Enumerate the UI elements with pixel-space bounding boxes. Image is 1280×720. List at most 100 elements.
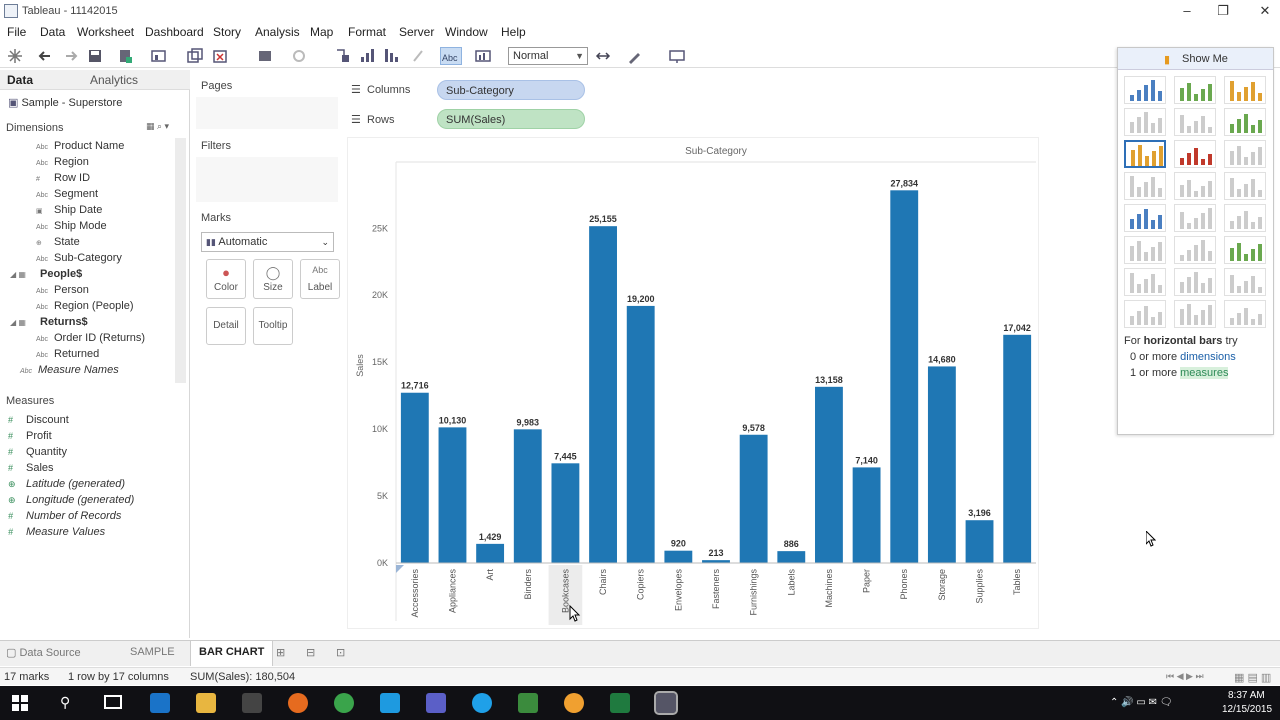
chart-type-thumb[interactable] <box>1124 300 1166 328</box>
search-icon[interactable]: ⚲ <box>60 694 70 711</box>
chart-type-thumb[interactable] <box>1224 172 1266 200</box>
dimension-person[interactable]: Abc Person <box>36 284 89 296</box>
measure-profit[interactable]: # Profit <box>8 430 52 442</box>
pages-card[interactable]: Pages <box>196 75 338 130</box>
tab-data-source[interactable]: ▢ Data Source <box>6 646 81 659</box>
menu-help[interactable]: Help <box>501 25 526 39</box>
duplicate-icon[interactable] <box>186 47 204 65</box>
worksheet-view[interactable]: Sub-Category Sales 0K 5K 10K 15K 20K 25K 12,716 A… <box>347 137 1039 629</box>
redo-icon[interactable] <box>62 47 80 65</box>
dimension-returns[interactable]: ◢ ▦ Returns$ <box>10 316 88 328</box>
menu-window[interactable]: Window <box>445 25 488 39</box>
app-icon[interactable] <box>426 693 446 713</box>
chrome-icon[interactable] <box>334 693 354 713</box>
dimension-order-id-returns[interactable]: Abc Order ID (Returns) <box>36 332 145 344</box>
size-button[interactable]: ◯ Size <box>253 259 293 299</box>
chart-type-thumb[interactable] <box>1174 268 1216 296</box>
measure-latitude-generated[interactable]: ⊕ Latitude (generated) <box>8 478 125 490</box>
chart-type-thumb[interactable] <box>1124 76 1166 104</box>
measure-quantity[interactable]: # Quantity <box>8 446 67 458</box>
chart-type-thumb[interactable] <box>1224 268 1266 296</box>
menu-dashboard[interactable]: Dashboard <box>145 25 204 39</box>
fix-axes-icon[interactable] <box>594 47 612 65</box>
chart-type-thumb[interactable] <box>1124 268 1166 296</box>
dimension-row-id[interactable]: # Row ID <box>36 172 90 184</box>
show-mark-labels-icon[interactable]: Abc <box>440 47 462 65</box>
chart-type-thumb[interactable] <box>1174 300 1216 328</box>
label-button[interactable]: Abc Label <box>300 259 340 299</box>
tab-bar-chart[interactable]: BAR CHART <box>190 641 274 666</box>
measure-number-of-records[interactable]: # Number of Records <box>8 510 121 522</box>
refresh-icon[interactable] <box>290 47 308 65</box>
menu-data[interactable]: Data <box>40 25 65 39</box>
undo-icon[interactable] <box>36 47 54 65</box>
task-view-icon[interactable] <box>104 695 122 709</box>
tableau-logo-icon[interactable] <box>6 47 24 65</box>
measure-discount[interactable]: # Discount <box>8 414 69 426</box>
chart-type-thumb[interactable] <box>1224 108 1266 136</box>
pause-updates-icon[interactable] <box>256 47 274 65</box>
color-button[interactable]: ● Color <box>206 259 246 299</box>
measure-sales[interactable]: # Sales <box>8 462 54 474</box>
chart-type-thumb[interactable] <box>1124 204 1166 232</box>
edge-icon[interactable] <box>150 693 170 713</box>
settings-app-icon[interactable] <box>564 693 584 713</box>
bar-chart[interactable]: Sub-Category Sales 0K 5K 10K 15K 20K 25K 12,716 A… <box>348 138 1040 630</box>
chart-type-thumb[interactable] <box>1124 172 1166 200</box>
windows-start-icon[interactable] <box>12 695 28 711</box>
menu-worksheet[interactable]: Worksheet <box>77 25 134 39</box>
swap-icon[interactable] <box>334 47 352 65</box>
chart-type-thumb[interactable] <box>1224 236 1266 264</box>
menu-file[interactable]: File <box>7 25 26 39</box>
chart-type-thumb[interactable] <box>1124 140 1166 168</box>
datasource-item[interactable]: ▣ Sample - Superstore <box>8 96 122 109</box>
highlight-icon[interactable] <box>410 47 428 65</box>
filters-card[interactable]: Filters <box>196 135 338 203</box>
mark-type-select[interactable]: ▮▮ Automatic ⌄ <box>201 232 334 252</box>
tray-icons[interactable]: ⌃ 🔊 ▭ ✉ 🗨 <box>1110 697 1172 708</box>
chart-type-thumb[interactable] <box>1224 140 1266 168</box>
tableau-taskbar-icon[interactable] <box>654 691 678 715</box>
dimension-state[interactable]: ⊕ State <box>36 236 80 248</box>
new-story-tab-icon[interactable]: ⊡ <box>336 646 345 659</box>
rows-shelf[interactable]: ☰ Rows SUM(Sales) <box>347 108 1117 132</box>
new-worksheet-icon[interactable] <box>150 47 168 65</box>
clear-sheet-icon[interactable] <box>212 47 230 65</box>
sort-ascending-icon[interactable] <box>358 47 376 65</box>
measure-longitude-generated[interactable]: ⊕ Longitude (generated) <box>8 494 134 506</box>
dimension-sub-category[interactable]: Abc Sub-Category <box>36 252 122 264</box>
chart-type-thumb[interactable] <box>1174 108 1216 136</box>
chart-type-thumb[interactable] <box>1224 300 1266 328</box>
dimension-segment[interactable]: Abc Segment <box>36 188 98 200</box>
tab-data[interactable]: Data <box>7 73 33 87</box>
menu-story[interactable]: Story <box>213 25 241 39</box>
filters-drop-zone[interactable] <box>196 157 338 202</box>
dimension-product-name[interactable]: Abc Product Name <box>36 140 124 152</box>
tab-analytics[interactable]: Analytics <box>90 73 138 87</box>
chart-type-thumb[interactable] <box>1124 236 1166 264</box>
dimension-ship-date[interactable]: ▣ Ship Date <box>36 204 102 216</box>
skype-icon[interactable] <box>472 693 492 713</box>
menu-format[interactable]: Format <box>348 25 386 39</box>
annotate-icon[interactable] <box>626 47 644 65</box>
measure-measure-values[interactable]: # Measure Values <box>8 526 105 538</box>
chart-type-thumb[interactable] <box>1224 76 1266 104</box>
excel-icon[interactable] <box>610 693 630 713</box>
sub-category-pill[interactable]: Sub-Category <box>437 80 585 100</box>
dimensions-scrollbar[interactable] <box>175 138 186 383</box>
store-icon[interactable] <box>242 693 262 713</box>
fit-select[interactable]: Normal ▼ <box>508 47 588 65</box>
maximize-button[interactable]: ❐ <box>1214 2 1232 20</box>
dimension-region[interactable]: Abc Region <box>36 156 89 168</box>
tooltip-button[interactable]: Tooltip <box>253 307 293 345</box>
save-icon[interactable] <box>86 47 104 65</box>
file-explorer-icon[interactable] <box>196 693 216 713</box>
dimension-returned[interactable]: Abc Returned <box>36 348 99 360</box>
new-worksheet-tab-icon[interactable]: ⊞ <box>276 646 285 659</box>
sheet-nav-icons[interactable]: ⏮ ◀ ▶ ⏭ <box>1166 671 1204 682</box>
close-button[interactable]: ✕ <box>1256 2 1274 20</box>
chart-type-thumb[interactable] <box>1174 172 1216 200</box>
menu-map[interactable]: Map <box>310 25 333 39</box>
new-dashboard-tab-icon[interactable]: ⊟ <box>306 646 315 659</box>
pages-drop-zone[interactable] <box>196 97 338 129</box>
